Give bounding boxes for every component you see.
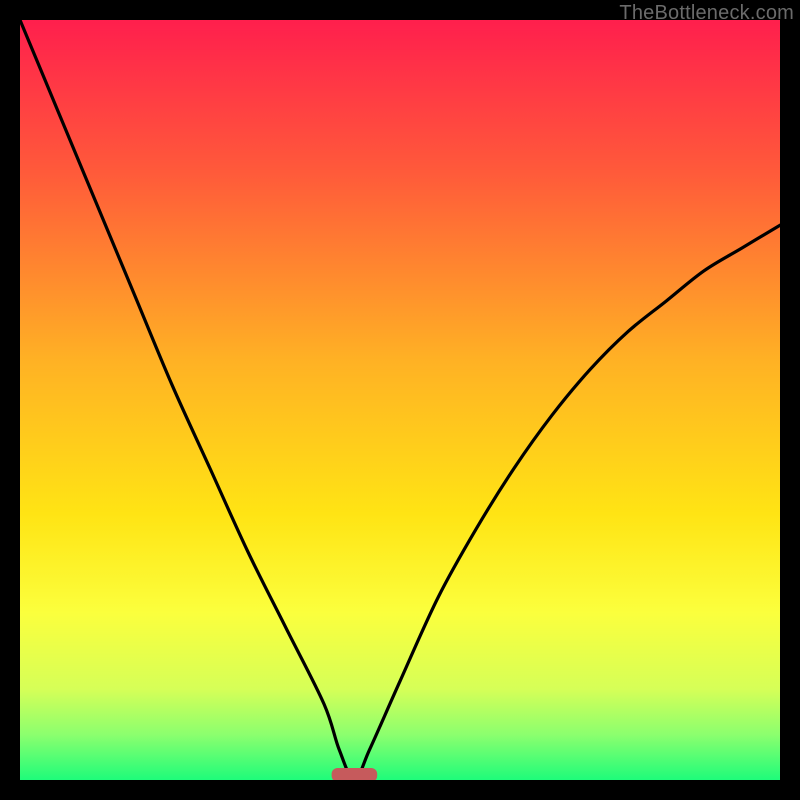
watermark-text: TheBottleneck.com [619, 2, 794, 25]
plot-area [20, 20, 780, 780]
optimal-marker [332, 768, 378, 780]
gradient-background [20, 20, 780, 780]
bottleneck-chart [20, 20, 780, 780]
chart-frame [20, 20, 780, 780]
